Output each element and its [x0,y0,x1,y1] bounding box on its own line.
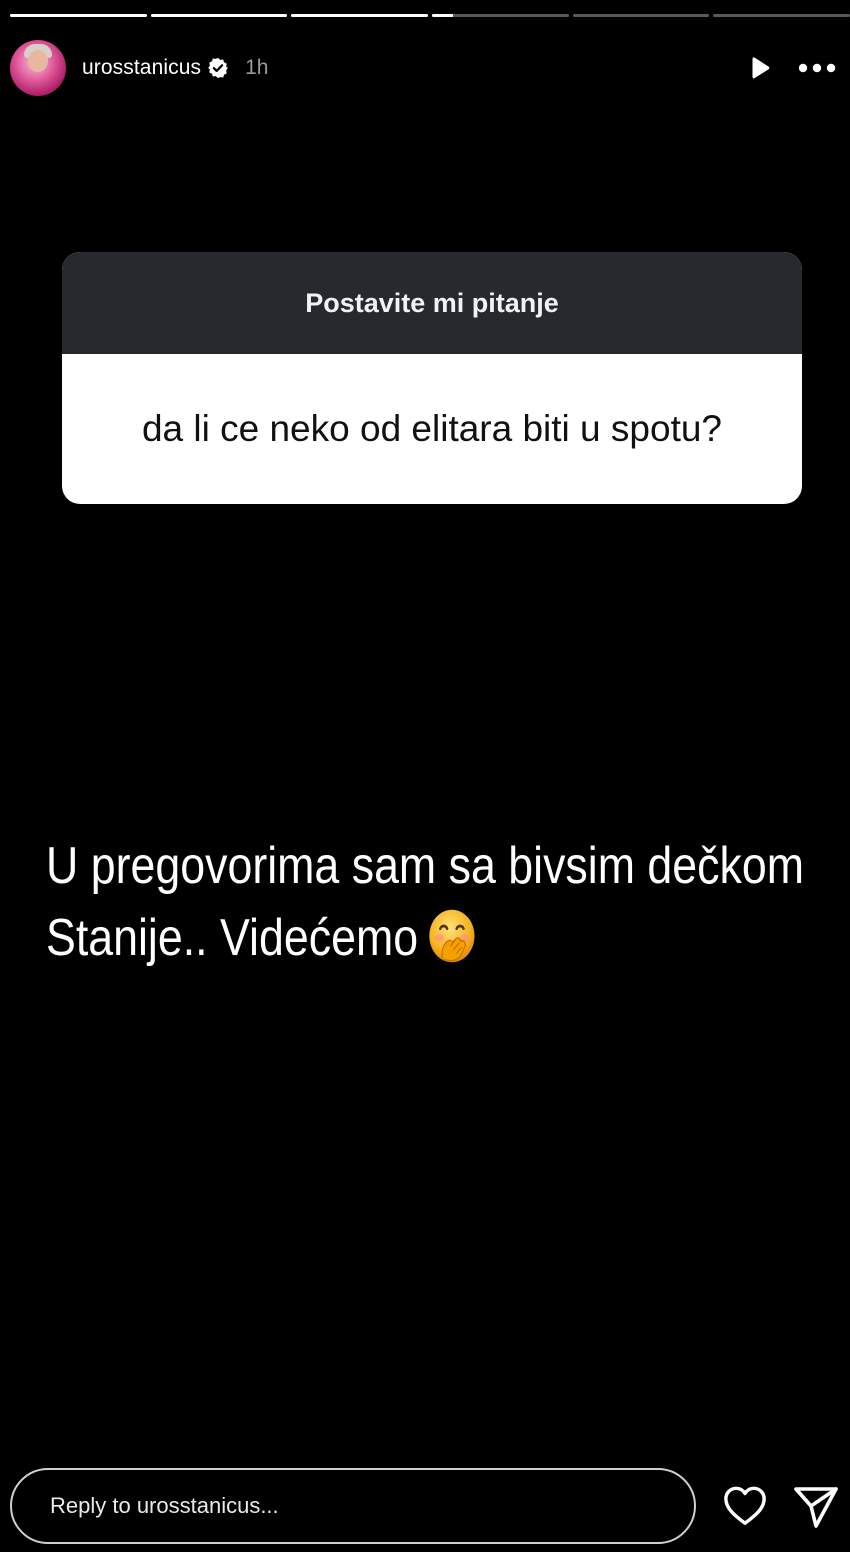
progress-segment [291,14,429,17]
story-header: urosstanicus 1h [10,40,840,96]
username[interactable]: urosstanicus [82,56,201,80]
send-icon[interactable] [792,1484,840,1530]
answer-line-2-text: Stanije.. Videćemo [46,909,419,967]
post-time: 1h [245,56,269,79]
story-progress-bar [10,14,850,17]
more-horizontal-icon[interactable] [798,62,836,74]
question-sticker-title: Postavite mi pitanje [62,252,802,354]
progress-segment [572,14,710,17]
story-answer-text: U pregovorima sam sa bivsim dečkom Stani… [46,830,804,974]
play-icon[interactable] [746,55,772,81]
face-with-hand-over-mouth-emoji [427,907,477,965]
verified-badge-icon [207,57,229,79]
answer-line-1: U pregovorima sam sa bivsim dečkom [46,837,804,895]
header-actions [746,55,836,81]
answer-line-2: Stanije.. Videćemo [46,902,717,974]
progress-segment [432,14,569,17]
question-sticker[interactable]: Postavite mi pitanje da li ce neko od el… [62,252,802,504]
progress-segment [150,14,288,17]
avatar[interactable] [10,40,66,96]
heart-icon[interactable] [722,1484,768,1528]
question-sticker-text: da li ce neko od elitara biti u spotu? [141,408,723,449]
reply-input[interactable]: Reply to urosstanicus... [10,1468,696,1544]
progress-segment [10,14,147,17]
progress-segment [713,14,850,17]
